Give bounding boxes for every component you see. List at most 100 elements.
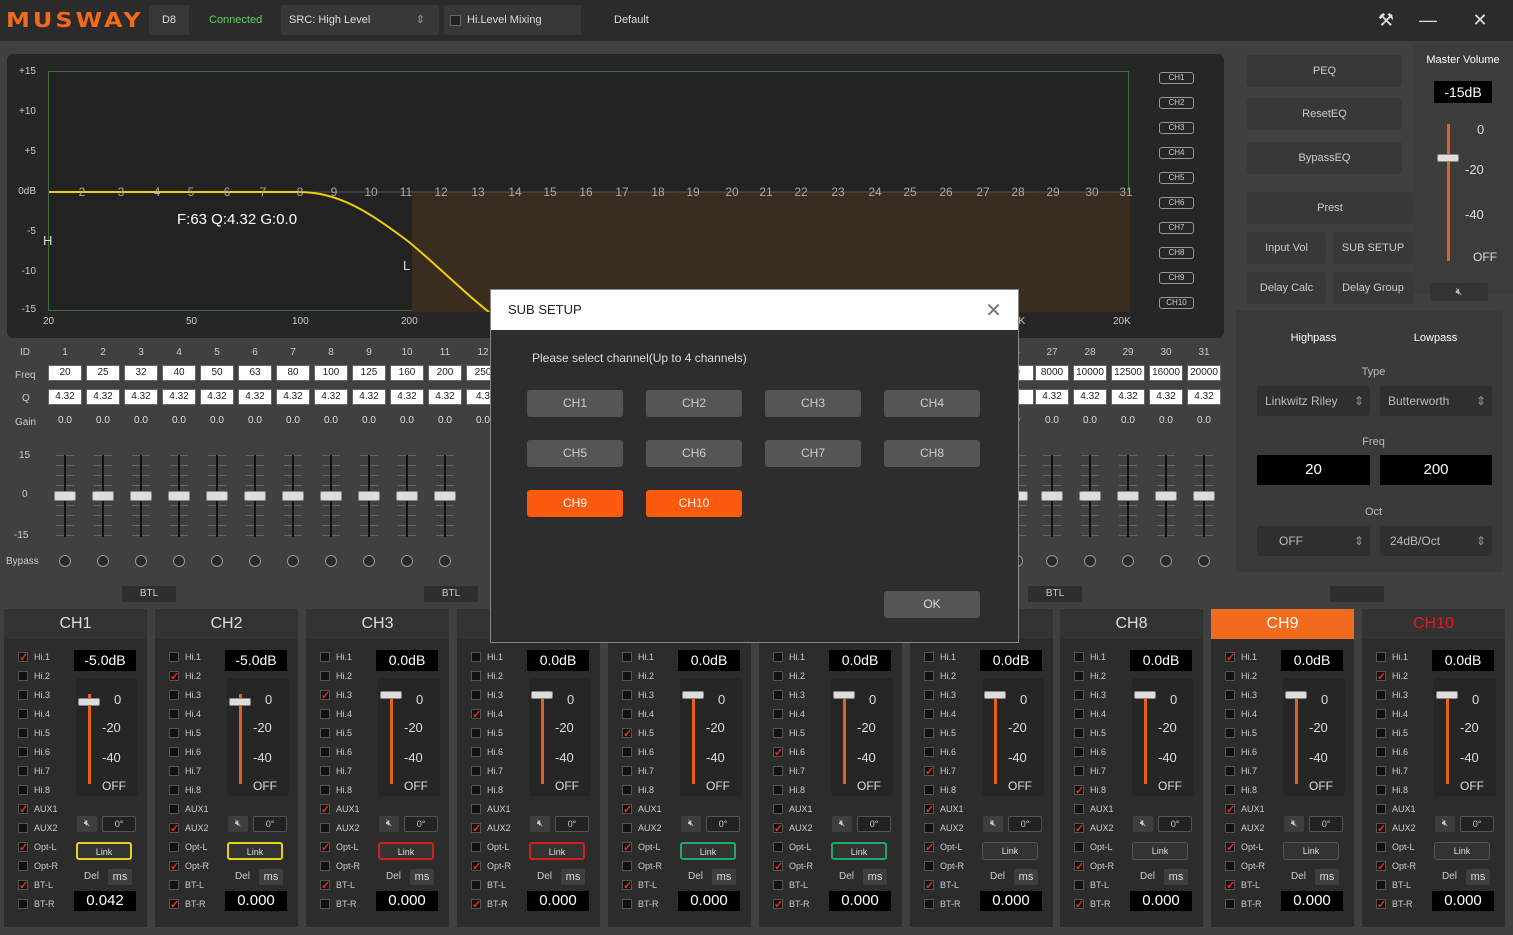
- input-route-checkbox[interactable]: Opt-R: [622, 858, 678, 874]
- mute-icon[interactable]: 🔇︎: [530, 816, 550, 832]
- channel-name[interactable]: CH1: [4, 609, 147, 639]
- delay-unit-button[interactable]: ms: [561, 869, 585, 885]
- input-route-checkbox[interactable]: Hi.8: [18, 782, 74, 798]
- input-route-checkbox[interactable]: Hi.2: [169, 668, 225, 685]
- checkbox-box[interactable]: [1376, 785, 1386, 795]
- input-route-checkbox[interactable]: Opt-R: [1074, 858, 1130, 875]
- band-freq-input[interactable]: 125: [352, 365, 386, 381]
- checkbox-box[interactable]: [622, 709, 632, 719]
- band-bypass-toggle[interactable]: [1084, 555, 1096, 567]
- channel-volume-value[interactable]: 0.0dB: [829, 650, 891, 671]
- input-route-checkbox[interactable]: Opt-L: [1376, 839, 1432, 855]
- input-route-checkbox[interactable]: Hi.3: [1225, 687, 1281, 703]
- checkbox-box[interactable]: [773, 859, 783, 875]
- input-route-checkbox[interactable]: Hi.2: [18, 668, 74, 684]
- delay-value[interactable]: 0.000: [1432, 891, 1494, 911]
- sub-setup-button[interactable]: SUB SETUP: [1333, 232, 1413, 264]
- checkbox-box[interactable]: [924, 878, 934, 894]
- channel-volume-fader[interactable]: 0 -20 -40 OFF: [1434, 678, 1496, 796]
- fader-knob[interactable]: [320, 491, 342, 501]
- band-freq-input[interactable]: 16000: [1149, 365, 1183, 381]
- input-route-checkbox[interactable]: BT-L: [169, 877, 225, 893]
- checkbox-box[interactable]: [622, 785, 632, 795]
- fader-knob[interactable]: [282, 491, 304, 501]
- checkbox-box[interactable]: [320, 802, 330, 818]
- dialog-close-icon[interactable]: ✕: [985, 298, 1002, 323]
- input-route-checkbox[interactable]: Hi.7: [471, 763, 527, 779]
- input-route-checkbox[interactable]: BT-R: [622, 896, 678, 912]
- checkbox-box[interactable]: [773, 652, 783, 662]
- tools-icon[interactable]: ⚒: [1374, 8, 1398, 32]
- checkbox-box[interactable]: [320, 709, 330, 719]
- checkbox-box[interactable]: [773, 766, 783, 776]
- band-bypass-toggle[interactable]: [325, 555, 337, 567]
- channel-volume-fader[interactable]: 0 -20 -40 OFF: [680, 678, 742, 796]
- band-marker[interactable]: 7: [255, 185, 271, 199]
- checkbox-box[interactable]: [18, 823, 28, 833]
- input-route-checkbox[interactable]: Opt-L: [622, 839, 678, 856]
- delay-value[interactable]: 0.000: [225, 891, 287, 911]
- mute-icon[interactable]: 🔇︎: [379, 816, 399, 832]
- ok-button[interactable]: OK: [884, 591, 980, 618]
- input-route-checkbox[interactable]: Hi.2: [1074, 668, 1130, 684]
- input-route-checkbox[interactable]: Opt-L: [1074, 839, 1130, 855]
- checkbox-box[interactable]: [471, 897, 481, 913]
- delay-value[interactable]: 0.000: [829, 891, 891, 911]
- input-route-checkbox[interactable]: Hi.7: [622, 763, 678, 779]
- checkbox-box[interactable]: [169, 652, 179, 662]
- input-route-checkbox[interactable]: Hi.2: [320, 668, 376, 684]
- link-button[interactable]: Link: [1132, 842, 1188, 860]
- phase-button[interactable]: 0°: [706, 816, 740, 832]
- checkbox-box[interactable]: [169, 709, 179, 719]
- delay-value[interactable]: 0.000: [1130, 891, 1192, 911]
- link-button[interactable]: Link: [378, 842, 434, 860]
- input-route-checkbox[interactable]: AUX2: [622, 820, 678, 836]
- band-marker[interactable]: 11: [398, 185, 414, 199]
- input-route-checkbox[interactable]: AUX2: [1376, 820, 1432, 837]
- input-route-checkbox[interactable]: AUX2: [169, 820, 225, 837]
- link-button[interactable]: Link: [76, 842, 132, 860]
- checkbox-box[interactable]: [169, 785, 179, 795]
- volume-knob[interactable]: [78, 698, 100, 706]
- channel-volume-value[interactable]: 0.0dB: [1281, 650, 1343, 671]
- band-gain-value[interactable]: 0.0: [124, 413, 158, 429]
- band-freq-input[interactable]: 8000: [1035, 365, 1069, 381]
- input-route-checkbox[interactable]: Hi.5: [471, 725, 527, 741]
- input-route-checkbox[interactable]: Opt-R: [1376, 858, 1432, 875]
- input-route-checkbox[interactable]: BT-L: [1074, 877, 1130, 893]
- input-vol-button[interactable]: Input Vol: [1247, 232, 1326, 264]
- fader-knob[interactable]: [92, 491, 114, 501]
- checkbox-box[interactable]: [169, 880, 179, 890]
- mute-icon[interactable]: 🔇︎: [681, 816, 701, 832]
- checkbox-box[interactable]: [1225, 728, 1235, 738]
- checkbox-box[interactable]: [1074, 728, 1084, 738]
- band-q-input[interactable]: 4.32: [48, 389, 82, 405]
- band-marker[interactable]: 18: [650, 185, 666, 199]
- channel-volume-fader[interactable]: 0 -20 -40 OFF: [1283, 678, 1345, 796]
- checkbox-box[interactable]: [18, 671, 28, 681]
- input-route-checkbox[interactable]: Hi.6: [320, 744, 376, 760]
- link-button[interactable]: Link: [1283, 842, 1339, 860]
- volume-knob[interactable]: [682, 691, 704, 699]
- checkbox-box[interactable]: [169, 690, 179, 700]
- band-marker[interactable]: 14: [507, 185, 523, 199]
- input-route-checkbox[interactable]: Hi.8: [1376, 782, 1432, 798]
- checkbox-box[interactable]: [1074, 652, 1084, 662]
- graph-channel-ch10[interactable]: CH10: [1159, 297, 1194, 309]
- band-q-input[interactable]: 4.32: [162, 389, 196, 405]
- input-route-checkbox[interactable]: Hi.1: [622, 649, 678, 665]
- minimize-icon[interactable]: —: [1416, 8, 1440, 32]
- checkbox-box[interactable]: [1376, 821, 1386, 837]
- input-route-checkbox[interactable]: Hi.2: [1376, 668, 1432, 685]
- volume-knob[interactable]: [229, 698, 251, 706]
- input-route-checkbox[interactable]: Opt-R: [18, 858, 74, 874]
- graph-channel-ch1[interactable]: CH1: [1159, 72, 1194, 84]
- lowpass-type-select[interactable]: Butterworth ⇕: [1380, 386, 1492, 416]
- volume-knob[interactable]: [833, 691, 855, 699]
- checkbox-box[interactable]: [622, 861, 632, 871]
- checkbox-box[interactable]: [169, 804, 179, 814]
- checkbox-box[interactable]: [471, 804, 481, 814]
- band-bypass-toggle[interactable]: [249, 555, 261, 567]
- checkbox-box[interactable]: [169, 728, 179, 738]
- input-route-checkbox[interactable]: Hi.6: [18, 744, 74, 760]
